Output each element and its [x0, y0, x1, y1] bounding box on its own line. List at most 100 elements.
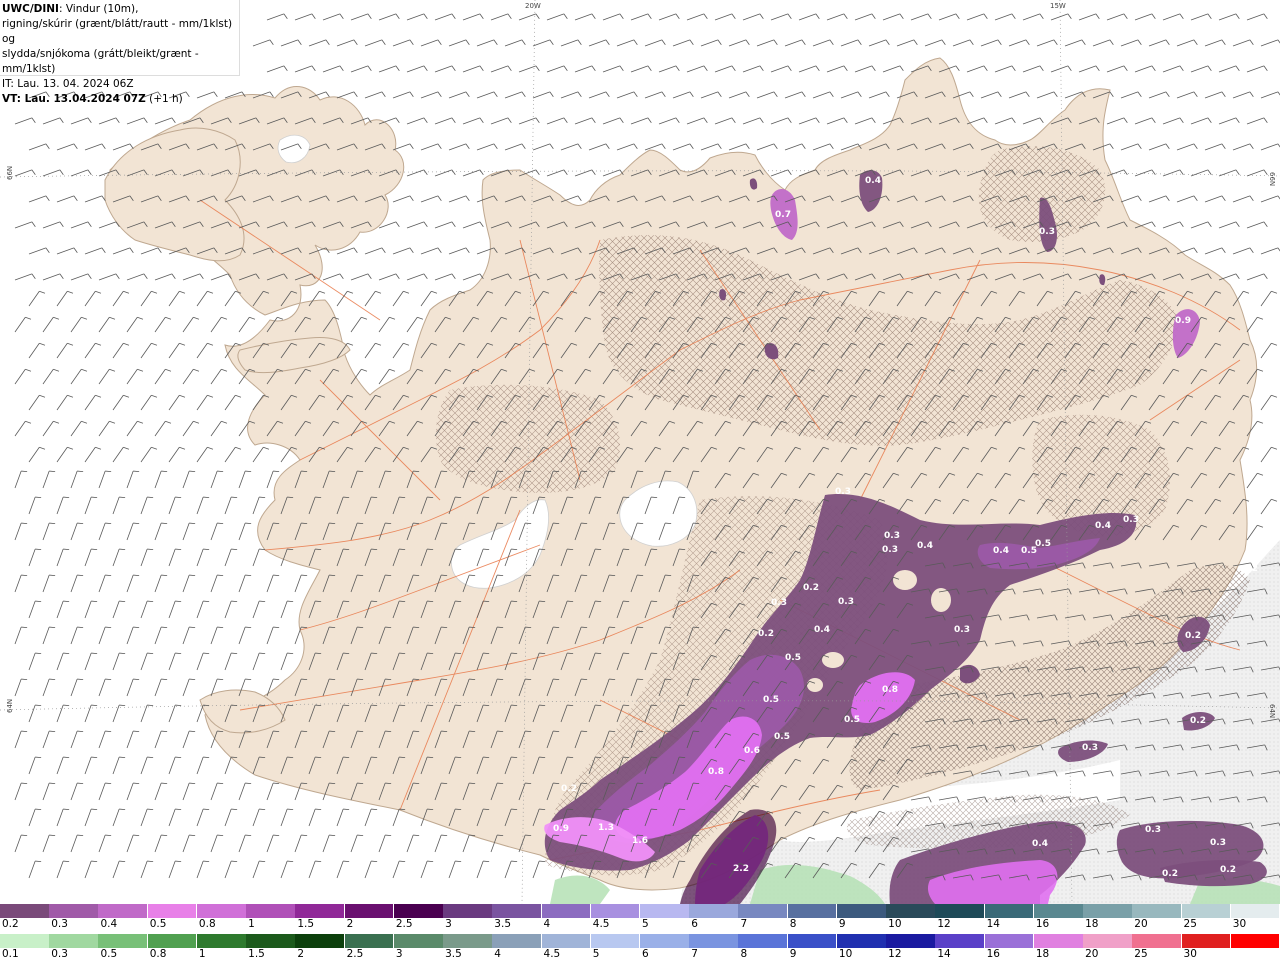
legend-swatch — [935, 934, 986, 948]
legend-tick-label: 10 — [838, 948, 853, 960]
precip-value-label: 0.3 — [882, 545, 898, 555]
precip-value-label: 0.9 — [1175, 316, 1191, 326]
legend-tick-label: 4 — [543, 918, 551, 930]
legend-tick-label: 7 — [691, 948, 698, 960]
legend-rain-labels: 0.1 0.3 0.5 0.8 1 1.5 2 2.5 3 3.5 4 4.5 5 6 7 8 9 10 12 14 1… — [0, 948, 1280, 960]
legend-swatch — [738, 934, 789, 948]
valid-offset: (+1 h) — [145, 93, 183, 105]
precip-value-label: 0.3 — [1082, 743, 1098, 753]
legend-swatch — [196, 934, 247, 948]
legend-tick-label: 12 — [937, 918, 951, 930]
legend-swatch — [98, 934, 149, 948]
legend-tick-label: 4.5 — [543, 948, 561, 960]
map-title-box: UWC/DINI: Vindur (10m), rigning/skúrir (… — [0, 0, 240, 105]
lat-label-66n-left: 66N — [6, 166, 14, 180]
legend-rain-scale — [0, 934, 1280, 948]
weather-map-view: 20W 15W 66N 66N 64N 64N 0.4 0.7 0.3 0.9 0.3 0… — [0, 0, 1280, 960]
legend-tick-label: 1 — [198, 948, 206, 960]
legend-swatch — [689, 934, 739, 948]
legend-swatch — [147, 904, 198, 918]
precip-value-label: 0.2 — [758, 629, 774, 639]
legend-tick-label: 0.8 — [149, 948, 167, 960]
legend-tick-label: 0.1 — [2, 948, 19, 960]
legend-swatch — [1083, 904, 1133, 918]
legend-swatch — [640, 934, 690, 948]
legend-tick-label: 20 — [1085, 948, 1099, 960]
precip-value-label: 0.2 — [1220, 865, 1236, 875]
precip-value-label: 0.3 — [771, 598, 787, 608]
legend-swatch — [1033, 904, 1084, 918]
legend-swatch — [738, 904, 789, 918]
legend-tick-label: 0.3 — [51, 948, 68, 960]
legend-snow-scale — [0, 904, 1280, 918]
precip-value-label: 0.2 — [1185, 631, 1201, 641]
legend-swatch — [787, 934, 838, 948]
legend-swatch — [836, 934, 887, 948]
legend-swatch — [0, 934, 50, 948]
precip-value-label: 0.3 — [954, 625, 970, 635]
title-line-1-text: : Vindur (10m), — [58, 3, 139, 15]
legend-tick-label: 0.8 — [198, 918, 216, 930]
legend-tick-label: 8 — [740, 948, 748, 960]
color-legend: 0.2 0.3 0.4 0.5 0.8 1 1.5 2 2.5 3 3.5 4 4.5 5 6 7 8 9 10 12… — [0, 904, 1280, 960]
lon-label-20w: 20W — [525, 2, 541, 10]
legend-tick-label: 5 — [642, 918, 649, 930]
legend-tick-label: 25 — [1134, 948, 1148, 960]
precip-value-label: 0.8 — [708, 767, 724, 777]
legend-tick-label: 18 — [1085, 918, 1099, 930]
precip-value-label: 0.6 — [744, 746, 760, 756]
precip-gap-3 — [822, 652, 844, 668]
precip-value-label: 0.3 — [835, 487, 851, 497]
legend-swatch — [492, 904, 543, 918]
legend-swatch — [492, 934, 543, 948]
legend-swatch — [984, 934, 1035, 948]
precip-value-label: 0.4 — [917, 541, 933, 551]
legend-tick-label: 20 — [1134, 918, 1148, 930]
title-line-2: rigning/skúrir (grænt/blátt/rautt - mm/1… — [2, 18, 233, 45]
precip-gap-4 — [807, 678, 823, 692]
precip-value-label: 0.3 — [884, 531, 900, 541]
title-line-1: UWC/DINI: Vindur (10m), — [2, 2, 239, 17]
precip-value-label: 0.3 — [1210, 838, 1226, 848]
legend-swatch — [1181, 904, 1232, 918]
legend-swatch — [1230, 904, 1280, 918]
precip-value-label: 0.3 — [1123, 515, 1139, 525]
legend-tick-label: 30 — [1232, 918, 1247, 930]
legend-tick-label: 1.5 — [248, 948, 265, 960]
precip-value-label: 0.5 — [763, 695, 779, 705]
precip-value-label: 1.6 — [632, 836, 648, 846]
legend-tick-label: 0.4 — [100, 918, 118, 930]
legend-swatch — [98, 904, 149, 918]
precip-value-label: 0.5 — [844, 715, 860, 725]
legend-tick-label: 10 — [888, 918, 902, 930]
precip-value-label: 0.5 — [1021, 546, 1037, 556]
legend-tick-label: 9 — [789, 948, 797, 960]
precip-value-label: 0.4 — [865, 176, 881, 186]
legend-swatch — [246, 934, 296, 948]
legend-tick-label: 0.2 — [2, 918, 19, 930]
legend-tick-label: 3.5 — [494, 918, 511, 930]
legend-swatch — [443, 904, 493, 918]
legend-swatch — [836, 904, 887, 918]
legend-swatch — [1083, 934, 1133, 948]
precip-value-label: 0.4 — [1032, 839, 1048, 849]
legend-tick-label: 0.5 — [100, 948, 118, 960]
precip-value-label: 1.3 — [598, 823, 614, 833]
legend-tick-label: 5 — [592, 948, 600, 960]
legend-swatch — [344, 904, 395, 918]
legend-tick-label: 3 — [395, 948, 403, 960]
model-name: UWC/DINI — [2, 3, 59, 15]
precip-value-label: 0.7 — [775, 210, 791, 220]
legend-tick-label: 9 — [838, 918, 846, 930]
legend-swatch — [393, 934, 444, 948]
legend-tick-label: 2.5 — [346, 948, 364, 960]
legend-swatch — [443, 934, 493, 948]
legend-swatch — [541, 934, 592, 948]
legend-swatch — [295, 904, 346, 918]
weather-map: 20W 15W 66N 66N 64N 64N 0.4 0.7 0.3 0.9 0.3 0… — [0, 0, 1280, 904]
precip-value-label: 0.2 — [1242, 564, 1258, 574]
legend-tick-label: 25 — [1183, 918, 1197, 930]
precip-value-label: 0.8 — [882, 685, 898, 695]
legend-tick-label: 14 — [937, 948, 951, 960]
legend-swatch — [886, 934, 936, 948]
